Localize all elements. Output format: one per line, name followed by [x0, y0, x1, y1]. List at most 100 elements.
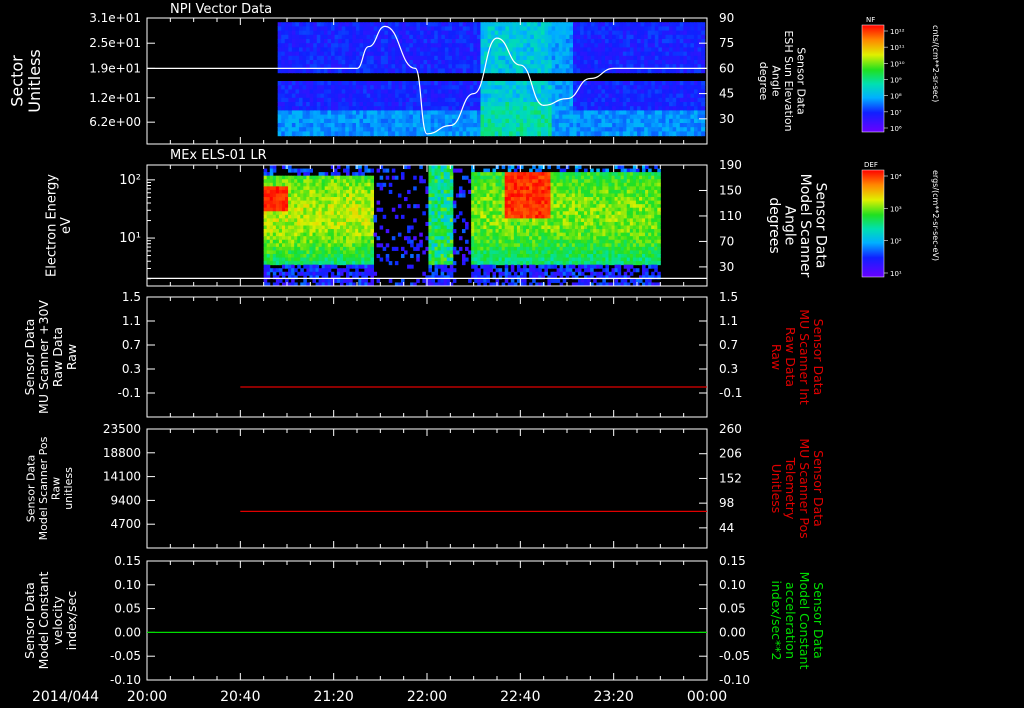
panel2-ytick-label: -0.1 — [118, 386, 141, 400]
colorbar-tick-label: 10⁸ — [890, 93, 902, 101]
panel0-right-label: Sensor Data — [795, 47, 808, 114]
time-tick-label: 23:20 — [593, 689, 633, 705]
panel4-right-ytick-label: 0.00 — [719, 625, 746, 639]
panel3-right-label: Unitless — [769, 464, 784, 514]
colorbar-tick-label: 10¹ — [890, 270, 902, 278]
panel3-ytick-label: 9400 — [110, 493, 141, 507]
panel2-right-ytick-label: 1.5 — [719, 290, 738, 304]
panel2-ylabel: Raw — [64, 344, 79, 370]
time-tick-label: 00:00 — [687, 689, 727, 705]
panel4-right-label: Model Constant — [797, 572, 812, 670]
panel3-right-ytick-label: 98 — [719, 496, 734, 510]
panel0-right-ytick-label: 45 — [719, 87, 734, 101]
colorbar-tick-label: 10⁹ — [890, 77, 902, 85]
panel1-right-ytick-label: 70 — [719, 234, 734, 248]
panel4-right-ytick-label: 0.15 — [719, 554, 746, 568]
panel4-ylabel: Sensor Data — [22, 582, 37, 659]
panel4-ytick-label: 0.05 — [114, 602, 141, 616]
panel0-ytick-label: 6.2e+00 — [89, 115, 141, 129]
colorbar-tick-label: 10¹⁰ — [890, 60, 905, 68]
panel1-right-label: Angle — [782, 206, 798, 246]
panel3-right-label: MU Scanner Pos — [797, 438, 812, 538]
panel2-ytick-label: 1.5 — [122, 290, 141, 304]
panel4-ytick-label: 0.00 — [114, 625, 141, 639]
panel1-right-ytick-label: 190 — [719, 158, 742, 172]
panel2-ytick-label: 1.1 — [122, 314, 141, 328]
panel2-right-label: Raw — [769, 344, 784, 370]
panel2-ylabel: MU Scanner +30V — [36, 300, 51, 414]
panel0-right-ytick-label: 30 — [719, 112, 734, 126]
panel0-right-ytick-label: 60 — [719, 61, 734, 75]
panel4-ylabel: index/sec — [64, 591, 79, 651]
panel2-right-ytick-label: 0.3 — [719, 362, 738, 376]
colorbar-def: DEF 10⁴ 10³ 10² 10¹ ergs/(cm**2-sr-sec-eV) — [861, 161, 940, 278]
panel4-ytick-label: -0.05 — [110, 649, 141, 663]
panel0-ytick-label: 1.2e+01 — [89, 91, 141, 105]
panel2-right-ytick-label: 0.7 — [719, 338, 738, 352]
panel1-right-ytick-label: 30 — [719, 260, 734, 274]
time-tick-label: 22:00 — [407, 689, 447, 705]
panel2-right-label: Sensor Data — [811, 319, 826, 396]
multi-panel-plot: 3.1e+01 2.5e+01 1.9e+01 1.2e+01 6.2e+00 90 75 6… — [8, 2, 941, 705]
panel3-ytick-label: 4700 — [110, 517, 141, 531]
panel3-ylabel: Model Scanner Pos — [37, 436, 50, 540]
panel2-right-ytick-label: 1.1 — [719, 314, 738, 328]
panel2-ylabel: Sensor Data — [22, 319, 37, 396]
panel4-right-ytick-label: 0.05 — [719, 602, 746, 616]
panel4-ytick-label: 0.15 — [114, 554, 141, 568]
panel0-ytick-label: 3.1e+01 — [89, 11, 141, 25]
colorbar-tick-label: 10¹¹ — [890, 44, 905, 52]
panel2-right-label: Raw Data — [783, 327, 798, 387]
time-tick-label: 22:40 — [500, 689, 540, 705]
colorbar-tick-label: 10¹² — [890, 28, 905, 36]
panel4-right-ytick-label: 0.10 — [719, 578, 746, 592]
colorbar-tick-label: 10² — [890, 238, 902, 246]
panel4-right-label: acceleration — [783, 582, 798, 659]
time-tick-label: 20:40 — [220, 689, 260, 705]
panel4-ytick-label: -0.10 — [110, 673, 141, 687]
panel4-ylabel: velocity — [50, 595, 65, 644]
colorbar-tick-label: 10⁷ — [890, 109, 902, 117]
panel3-ylabel: Raw — [50, 477, 63, 500]
time-tick-label: 21:20 — [313, 689, 353, 705]
panel0-right-label: ESH Sun Elevation — [782, 30, 795, 131]
panel3-right-ytick-label: 206 — [719, 447, 742, 461]
npi-heatmap — [277, 22, 706, 137]
panel0-ylabel: Unitless — [25, 49, 44, 113]
panel3-right-label: Telemetry — [783, 457, 798, 520]
panel3-ylabel: unitless — [62, 467, 75, 510]
colorbar-def-units: ergs/(cm**2-sr-sec-eV) — [931, 170, 940, 261]
panel0-right-ytick-label: 75 — [719, 36, 734, 50]
panel1-ylabel: eV — [59, 217, 74, 234]
colorbar-nf-title: NF — [866, 16, 875, 24]
colorbar-tick-label: 10³ — [890, 205, 902, 213]
panel1-ytick-label: 10² — [119, 173, 141, 188]
panel4-ytick-label: 0.10 — [114, 578, 141, 592]
panel3-ytick-label: 23500 — [103, 422, 141, 436]
panel4-ylabel: Model Constant — [36, 572, 51, 670]
panel4-frame — [146, 560, 708, 681]
panel1-right-label: degrees — [766, 197, 782, 253]
panel4-right-label: index/sec**2 — [769, 581, 784, 661]
panel3-right-ytick-label: 260 — [719, 422, 742, 436]
colorbar-nf-units: cnts/(cm**2-sr-sec) — [931, 25, 940, 102]
colorbar-def-title: DEF — [864, 161, 878, 169]
colorbar-nf: NF 10¹² 10¹¹ 10¹⁰ 10⁹ 10⁸ 10⁷ 10⁶ cnts/(cm**2-… — [861, 16, 940, 133]
date-label: 2014/044 — [32, 689, 99, 705]
panel0-ytick-label: 1.9e+01 — [89, 61, 141, 75]
panel1-title: MEx ELS-01 LR — [170, 148, 267, 163]
panel2-right-label: MU Scanner Int — [797, 309, 812, 405]
panel3-right-label: Sensor Data — [811, 450, 826, 527]
time-tick-label: 20:00 — [127, 689, 167, 705]
panel3-ytick-label: 18800 — [103, 446, 141, 460]
panel0-title: NPI Vector Data — [170, 2, 272, 17]
els-heatmap — [263, 165, 661, 286]
panel2-frame — [146, 296, 708, 418]
panel3-right-ytick-label: 152 — [719, 471, 742, 485]
panel1-right-label: Model Scanner — [797, 174, 813, 278]
panel0-ytick-label: 2.5e+01 — [89, 36, 141, 50]
panel1-right-ytick-label: 110 — [719, 209, 742, 223]
colorbar-tick-label: 10⁴ — [890, 173, 902, 181]
panel3-right-ytick-label: 44 — [719, 521, 734, 535]
panel0-right-ytick-label: 90 — [719, 11, 734, 25]
